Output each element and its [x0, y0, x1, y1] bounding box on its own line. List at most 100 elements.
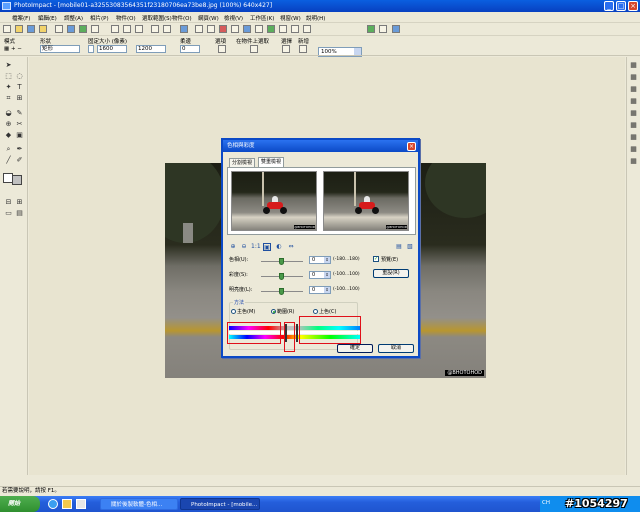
input-indicator[interactable]: CH	[542, 500, 550, 506]
menu-file[interactable]: 檔案(F)	[12, 14, 30, 22]
color-panel-icon[interactable]: ▦	[629, 121, 638, 130]
camera-icon[interactable]	[67, 25, 75, 33]
fixed-size-checkbox[interactable]	[88, 45, 94, 53]
share-icon[interactable]	[91, 25, 99, 33]
cancel-button[interactable]: 取消	[378, 344, 414, 353]
info-panel-icon[interactable]: ▦	[629, 157, 638, 166]
paste-icon[interactable]	[135, 25, 143, 33]
start-button[interactable]: 開始	[0, 496, 40, 512]
undo-icon[interactable]	[151, 25, 159, 33]
folder-icon[interactable]	[62, 499, 72, 509]
radio-colorize[interactable]: 上色(C)	[313, 308, 336, 315]
text-tool-icon[interactable]: T	[15, 83, 24, 92]
fit-window-icon[interactable]: ▣	[263, 243, 271, 251]
radio-dot-selected[interactable]	[271, 309, 276, 314]
mask-tool-icon[interactable]: ▤	[15, 209, 24, 218]
hue-input[interactable]: 0 ⇕	[309, 256, 331, 264]
brush-panel-icon[interactable]: ▦	[629, 133, 638, 142]
menu-photo[interactable]: 相片(P)	[90, 14, 109, 22]
easy-palette-icon[interactable]: ▦	[629, 73, 638, 82]
radio-dot[interactable]	[313, 309, 318, 314]
copy-icon[interactable]	[123, 25, 131, 33]
document-manager-icon[interactable]: ▦	[629, 85, 638, 94]
brush-tool-icon[interactable]: ✎	[15, 109, 24, 118]
menu-selection[interactable]: 選取範圍(S)	[142, 14, 172, 22]
layer-icon[interactable]	[279, 25, 287, 33]
grid-tool-icon[interactable]: ⊞	[15, 198, 24, 207]
retouch-tool-icon[interactable]: ✂	[15, 120, 24, 129]
line-tool-icon[interactable]: ╱	[4, 156, 13, 165]
on-object-icon[interactable]	[250, 45, 258, 53]
zoom-out-icon[interactable]: ⊖	[240, 243, 248, 251]
after-preview[interactable]: @BHOTOHOD	[323, 171, 409, 231]
maximize-button[interactable]: □	[616, 1, 626, 11]
soft-edge-field[interactable]: 0	[180, 45, 200, 53]
foreground-color-swatch[interactable]	[3, 173, 13, 183]
load-preset-icon[interactable]: ▧	[406, 243, 414, 251]
radio-range[interactable]: 範圍(R)	[271, 308, 294, 315]
width-field[interactable]: 1600	[97, 45, 127, 53]
stitch-icon[interactable]: ▦	[629, 109, 638, 118]
browse-icon[interactable]	[39, 25, 47, 33]
menu-window[interactable]: 視窗(W)	[280, 14, 301, 22]
cut-icon[interactable]	[111, 25, 119, 33]
lightness-slider-thumb[interactable]	[279, 288, 284, 295]
range-marker-right[interactable]	[296, 324, 298, 342]
crop-tool-icon[interactable]: ⌗	[4, 94, 13, 103]
close-button[interactable]: ×	[628, 1, 638, 11]
fill-tool-icon[interactable]: ◒	[4, 109, 13, 118]
options-icon[interactable]	[218, 45, 226, 53]
print-icon[interactable]	[79, 25, 87, 33]
height-field[interactable]: 1200	[136, 45, 166, 53]
background-color-swatch[interactable]	[12, 175, 22, 185]
actual-size-icon[interactable]: 1:1	[251, 243, 261, 251]
new-icon[interactable]	[3, 25, 11, 33]
menu-view[interactable]: 檢視(V)	[224, 14, 243, 22]
crop-icon[interactable]	[207, 25, 215, 33]
spin-arrows-icon[interactable]: ⇕	[324, 257, 330, 263]
gallery-icon[interactable]	[255, 25, 263, 33]
reset-button[interactable]: 重設(R)	[373, 269, 409, 278]
tab-split-view[interactable]: 分割檢視	[229, 158, 256, 167]
zoom-in-icon[interactable]: ⊕	[229, 243, 237, 251]
select-icon[interactable]	[282, 45, 290, 53]
lasso-tool-icon[interactable]: ◌	[15, 72, 24, 81]
new-selection-icon[interactable]	[299, 45, 307, 53]
task-browser[interactable]: 關於後製軟體-色相...	[100, 498, 178, 510]
spin-arrows-icon[interactable]: ⇕	[324, 287, 330, 293]
frame-icon[interactable]	[195, 25, 203, 33]
saturation-slider-thumb[interactable]	[279, 273, 284, 280]
ie-icon[interactable]	[48, 499, 58, 509]
eyedropper-tool-icon[interactable]: ⌕	[4, 145, 13, 154]
transform-tool-icon[interactable]: ⊞	[15, 94, 24, 103]
minimize-button[interactable]: _	[604, 1, 614, 11]
grid-icon[interactable]	[291, 25, 299, 33]
before-preview[interactable]: @BHOTOHOD	[231, 171, 317, 231]
history-panel-icon[interactable]: ▦	[629, 145, 638, 154]
compare-icon[interactable]: ⇔	[287, 243, 295, 251]
layer-manager-icon[interactable]: ▦	[629, 61, 638, 70]
easy-palette-icon[interactable]	[267, 25, 275, 33]
lightness-input[interactable]: 0 ⇕	[309, 286, 331, 294]
preview-checkbox[interactable]: ✓	[373, 256, 379, 262]
ruler-icon[interactable]	[303, 25, 311, 33]
menu-workspace[interactable]: 工作區(K)	[250, 14, 274, 22]
mode-buttons[interactable]: ▦ + −	[4, 46, 22, 52]
layout-icon[interactable]	[180, 25, 188, 33]
saturation-input[interactable]: 0 ⇕	[309, 271, 331, 279]
task-photoimpact[interactable]: PhotoImpact - [mobile...	[180, 498, 260, 510]
radio-master[interactable]: 主色(M)	[231, 308, 255, 315]
pen-tool-icon[interactable]: ✒	[15, 145, 24, 154]
marquee-tool-icon[interactable]: ⬚	[4, 72, 13, 81]
scan-icon[interactable]	[55, 25, 63, 33]
wand-tool-icon[interactable]: ✦	[4, 83, 13, 92]
full-screen-icon[interactable]	[379, 25, 387, 33]
pick-tool-icon[interactable]: ➤	[4, 61, 13, 70]
spin-arrows-icon[interactable]: ⇕	[324, 272, 330, 278]
save-icon[interactable]	[27, 25, 35, 33]
path-tool-icon[interactable]: ✐	[15, 156, 24, 165]
text-icon[interactable]	[231, 25, 239, 33]
fit-icon[interactable]	[367, 25, 375, 33]
dialog-close-button[interactable]: ×	[407, 142, 416, 151]
menu-object[interactable]: 物件(O)	[116, 14, 136, 22]
